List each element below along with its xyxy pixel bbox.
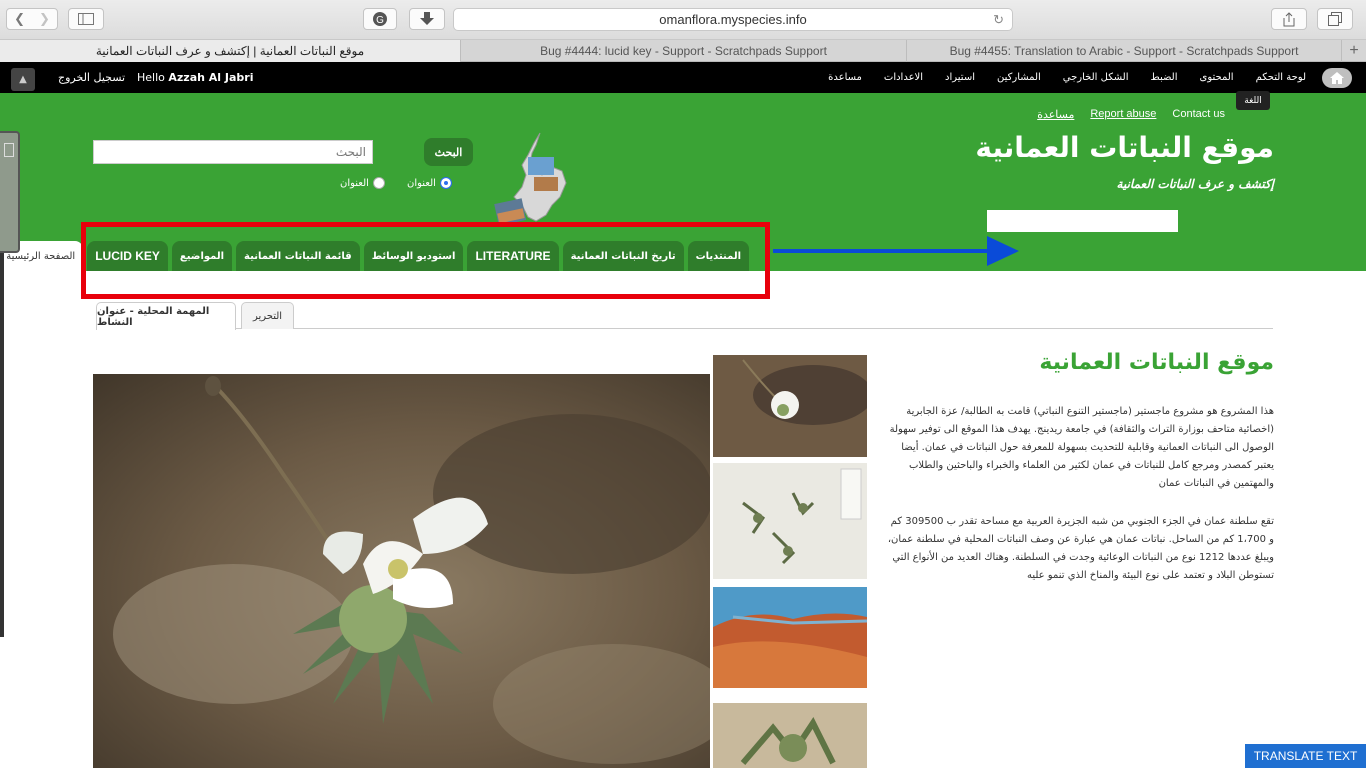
user-greeting: Hello Azzah Al Jabri bbox=[137, 71, 254, 84]
forward-icon[interactable]: ❯ bbox=[39, 12, 50, 27]
highlight-box bbox=[81, 222, 770, 299]
search-scope-radios: العنوان العنوان bbox=[340, 177, 452, 189]
site-slogan: إكتشف و عرف النباتات العمانية bbox=[1116, 177, 1274, 191]
content-title: موقع النباتات العمانية bbox=[1039, 350, 1274, 375]
browser-tab-bug-4455[interactable]: Bug #4455: Translation to Arabic - Suppo… bbox=[907, 40, 1342, 62]
radio-title-selected[interactable]: العنوان bbox=[407, 177, 452, 189]
sidebar-icon[interactable] bbox=[68, 8, 104, 30]
view-tab[interactable]: المهمة المحلية - عنوان النشاط bbox=[96, 302, 236, 330]
browser-tab-title: Bug #4444: lucid key - Support - Scratch… bbox=[540, 44, 827, 58]
radio-title[interactable]: العنوان bbox=[340, 177, 385, 189]
browser-tab-title: موقع النباتات العمانية | إكتشف و عرف الن… bbox=[95, 44, 365, 58]
grammarly-icon[interactable]: G bbox=[363, 8, 397, 30]
back-icon[interactable]: ❮ bbox=[14, 12, 39, 27]
radio-off-icon bbox=[372, 177, 385, 189]
address-bar[interactable]: omanflora.myspecies.info ↻ bbox=[453, 8, 1013, 31]
contact-link[interactable]: Contact us bbox=[1172, 108, 1225, 121]
thumbnail-herbarium[interactable] bbox=[713, 463, 867, 579]
url-text: omanflora.myspecies.info bbox=[659, 12, 807, 27]
admin-menu-import[interactable]: استيراد bbox=[945, 72, 975, 83]
search-input[interactable] bbox=[93, 140, 373, 164]
thumbnail-flower[interactable] bbox=[713, 355, 867, 457]
radio-label: العنوان bbox=[406, 177, 436, 189]
admin-menu-structure[interactable]: الضبط bbox=[1150, 72, 1177, 83]
local-tasks: التحرير المهمة المحلية - عنوان النشاط bbox=[96, 302, 1273, 330]
back-forward-buttons[interactable]: ❮ ❯ bbox=[6, 8, 58, 30]
logout-link[interactable]: تسجيل الخروج bbox=[58, 71, 125, 84]
oman-map-logo[interactable] bbox=[492, 131, 572, 231]
svg-text:G: G bbox=[376, 15, 384, 26]
edit-tab[interactable]: التحرير bbox=[241, 302, 294, 329]
side-panel-tab[interactable] bbox=[0, 131, 20, 253]
header-links: مساعدة Report abuse Contact us bbox=[1037, 108, 1225, 121]
toolbar-toggle-icon[interactable]: ▲ bbox=[11, 68, 35, 91]
download-icon[interactable] bbox=[409, 8, 445, 30]
admin-menu-settings[interactable]: الاعدادات bbox=[884, 72, 923, 83]
report-abuse-link[interactable]: Report abuse bbox=[1090, 108, 1156, 121]
admin-toolbar: ▲ تسجيل الخروج Hello Azzah Al Jabri لوحة… bbox=[0, 62, 1366, 93]
share-icon[interactable] bbox=[1271, 8, 1307, 30]
header-blank-field bbox=[987, 210, 1178, 232]
side-panel-edge bbox=[0, 253, 4, 637]
radio-label: العنوان bbox=[340, 177, 369, 189]
admin-menu-people[interactable]: المشاركين bbox=[997, 72, 1041, 83]
reload-icon[interactable]: ↻ bbox=[993, 12, 1004, 28]
thumbnail-plant[interactable] bbox=[713, 703, 867, 768]
admin-menu: لوحة التحكم المحتوى الضبط الشكل الخارجي … bbox=[828, 72, 1306, 83]
help-link[interactable]: مساعدة bbox=[1037, 108, 1074, 121]
browser-tab-title: Bug #4455: Translation to Arabic - Suppo… bbox=[949, 44, 1299, 58]
arrow-icon bbox=[773, 236, 1019, 266]
side-panel-icon bbox=[4, 143, 14, 157]
new-tab-icon[interactable]: + bbox=[1342, 40, 1366, 62]
admin-menu-help[interactable]: مساعدة bbox=[828, 72, 862, 83]
main-flower-photo[interactable] bbox=[93, 374, 710, 768]
geography-paragraph: تقع سلطنة عمان في الجزء الجنوبي من شبه ا… bbox=[887, 516, 1274, 581]
site-title[interactable]: موقع النباتات العمانية bbox=[975, 131, 1274, 164]
browser-tab-bug-4444[interactable]: Bug #4444: lucid key - Support - Scratch… bbox=[461, 40, 907, 62]
home-icon[interactable] bbox=[1322, 68, 1352, 88]
radio-on-icon bbox=[439, 177, 452, 189]
thumbnail-desert[interactable] bbox=[713, 587, 867, 688]
tabs-overview-icon[interactable] bbox=[1317, 8, 1353, 30]
admin-menu-content[interactable]: المحتوى bbox=[1200, 72, 1234, 83]
browser-tab-bar: موقع النباتات العمانية | إكتشف و عرف الن… bbox=[0, 40, 1366, 62]
admin-menu-appearance[interactable]: الشكل الخارجي bbox=[1063, 72, 1129, 83]
greeting-prefix: Hello bbox=[137, 71, 165, 84]
translate-text-button[interactable]: TRANSLATE TEXT bbox=[1245, 744, 1366, 768]
language-tooltip: اللغة bbox=[1236, 91, 1270, 110]
intro-paragraph: هذا المشروع هو مشروع ماجستير (ماجستير ال… bbox=[889, 406, 1274, 489]
browser-tab-omanflora[interactable]: موقع النباتات العمانية | إكتشف و عرف الن… bbox=[0, 40, 461, 62]
user-name[interactable]: Azzah Al Jabri bbox=[168, 71, 253, 84]
browser-toolbar: ❮ ❯ G omanflora.myspecies.info ↻ bbox=[0, 0, 1366, 40]
search-button[interactable]: البحث bbox=[424, 138, 473, 166]
admin-menu-dashboard[interactable]: لوحة التحكم bbox=[1256, 72, 1306, 83]
